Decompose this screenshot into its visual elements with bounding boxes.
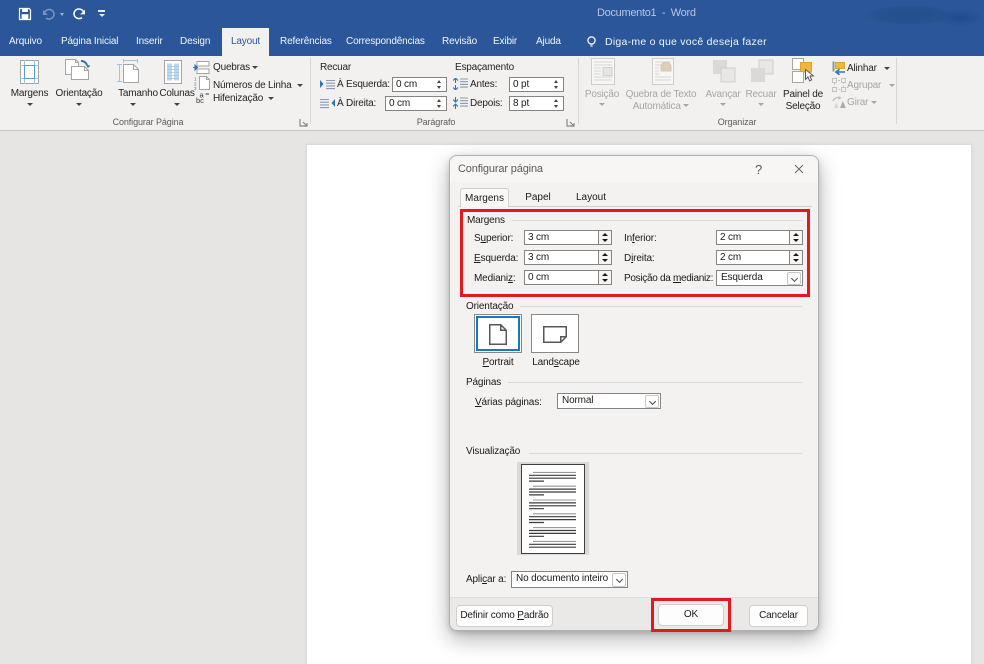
svg-text:bc: bc xyxy=(196,96,204,103)
svg-text:3: 3 xyxy=(194,86,197,90)
